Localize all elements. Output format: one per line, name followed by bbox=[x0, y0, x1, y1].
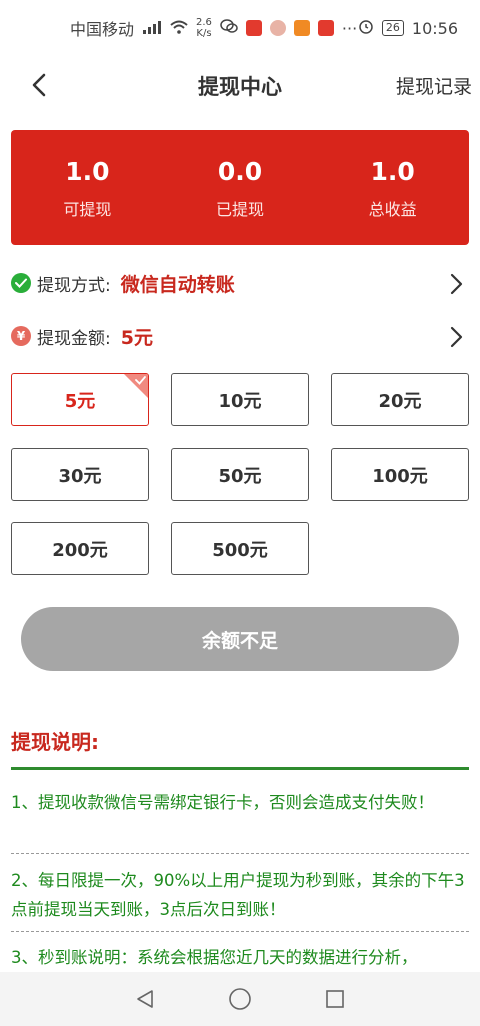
notes-title: 提现说明: bbox=[11, 730, 99, 754]
stat-label: 已提现 bbox=[216, 199, 265, 219]
chevron-right-icon bbox=[450, 273, 463, 295]
note-separator bbox=[11, 853, 469, 854]
yen-icon: ¥ bbox=[11, 326, 31, 346]
video-app-icon bbox=[293, 20, 310, 36]
map-app-icon bbox=[269, 20, 286, 36]
amount-option-500[interactable]: 500元 bbox=[171, 522, 309, 575]
shop-app-icon bbox=[317, 20, 334, 36]
amount-option-30[interactable]: 30元 bbox=[11, 448, 149, 501]
status-left: 中国移动 2.6 K/s ··· bbox=[70, 16, 358, 40]
system-nav-bar bbox=[0, 972, 480, 1026]
withdraw-method-row[interactable]: 提现方式: 微信自动转账 bbox=[11, 265, 469, 301]
stat-total-earnings: 1.0 总收益 bbox=[316, 130, 469, 245]
stat-value: 1.0 bbox=[370, 156, 415, 186]
notes-divider bbox=[11, 767, 469, 770]
amount-option-5[interactable]: 5元 bbox=[11, 373, 149, 426]
nav-back-triangle-icon[interactable] bbox=[134, 988, 156, 1010]
news-app-icon bbox=[245, 20, 262, 36]
stat-withdrawn: 0.0 已提现 bbox=[164, 130, 317, 245]
carrier-label: 中国移动 bbox=[70, 20, 135, 39]
chevron-left-icon bbox=[32, 73, 46, 97]
clock: 10:56 bbox=[411, 18, 458, 38]
withdraw-method-label: 提现方式: bbox=[37, 275, 111, 296]
more-notifications-icon: ··· bbox=[341, 18, 358, 38]
amount-option-label: 500元 bbox=[212, 539, 268, 561]
withdraw-amount-row[interactable]: ¥ 提现金额: 5元 bbox=[11, 318, 469, 354]
wechat-app-icon bbox=[220, 18, 238, 38]
amount-option-100[interactable]: 100元 bbox=[331, 448, 469, 501]
amount-option-50[interactable]: 50元 bbox=[171, 448, 309, 501]
nav-recents-square-icon[interactable] bbox=[324, 988, 346, 1010]
withdraw-amount-label: 提现金额: bbox=[37, 328, 111, 349]
signal-icon bbox=[142, 19, 162, 38]
net-speed-unit: K/s bbox=[196, 28, 212, 39]
wechat-check-icon bbox=[11, 273, 31, 293]
amount-option-20[interactable]: 20元 bbox=[331, 373, 469, 426]
selected-check-icon bbox=[124, 374, 148, 398]
battery-indicator: 26 bbox=[381, 20, 404, 36]
note-item-2: 2、每日限提一次，90%以上用户提现为秒到账，其余的下午3点前提现当天到账，3点… bbox=[11, 871, 465, 919]
amount-option-label: 50元 bbox=[218, 465, 262, 487]
amount-option-200[interactable]: 200元 bbox=[11, 522, 149, 575]
amount-option-10[interactable]: 10元 bbox=[171, 373, 309, 426]
chevron-right-icon bbox=[450, 326, 463, 348]
amount-option-label: 200元 bbox=[52, 539, 108, 561]
nav-bar: 提现中心 提现记录 bbox=[0, 56, 480, 112]
amount-option-label: 20元 bbox=[378, 390, 422, 412]
withdraw-method-value: 微信自动转账 bbox=[120, 273, 235, 296]
note-item-3: 3、秒到账说明：系统会根据您近几天的数据进行分析， bbox=[11, 948, 418, 967]
stat-label: 可提现 bbox=[63, 199, 112, 219]
net-speed-value: 2.6 bbox=[196, 17, 212, 28]
status-bar: 中国移动 2.6 K/s ··· 26 10:56 bbox=[0, 0, 480, 56]
status-right: 26 10:56 bbox=[358, 18, 458, 38]
wifi-icon bbox=[170, 19, 188, 38]
nav-home-circle-icon[interactable] bbox=[228, 987, 252, 1011]
amount-option-label: 100元 bbox=[372, 465, 428, 487]
note-item-1: 1、提现收款微信号需绑定银行卡，否则会造成支付失败！ bbox=[11, 793, 434, 812]
balance-summary-card: 1.0 可提现 0.0 已提现 1.0 总收益 bbox=[11, 130, 469, 245]
stat-value: 1.0 bbox=[65, 156, 110, 186]
back-button[interactable] bbox=[22, 68, 56, 102]
withdraw-records-link[interactable]: 提现记录 bbox=[396, 72, 472, 99]
amount-option-label: 10元 bbox=[218, 390, 262, 412]
stat-label: 总收益 bbox=[368, 199, 417, 219]
note-separator bbox=[11, 931, 469, 932]
amount-option-label: 5元 bbox=[64, 390, 96, 412]
alarm-icon bbox=[358, 18, 374, 38]
amount-option-label: 30元 bbox=[58, 465, 102, 487]
withdraw-amount-value: 5元 bbox=[120, 326, 153, 349]
net-speed: 2.6 K/s bbox=[196, 17, 212, 39]
stat-value: 0.0 bbox=[217, 156, 263, 186]
withdraw-submit-button[interactable]: 余额不足 bbox=[21, 607, 459, 671]
stat-available: 1.0 可提现 bbox=[11, 130, 164, 245]
